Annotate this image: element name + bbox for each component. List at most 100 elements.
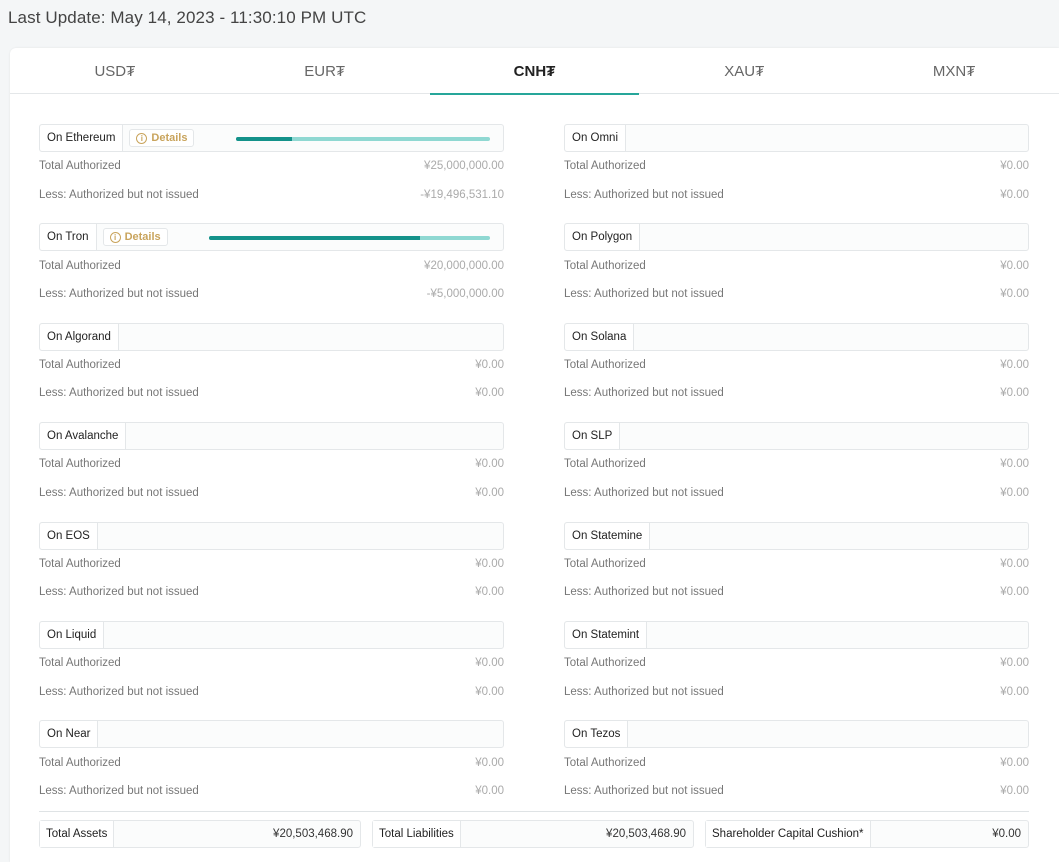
total-authorized-label: Total Authorized — [39, 358, 121, 371]
capital-cushion-label: Shareholder Capital Cushion* — [706, 821, 871, 847]
chain-header: On Tezos — [564, 720, 1029, 749]
authorized-not-issued-label: Less: Authorized but not issued — [39, 287, 199, 300]
chain-header: On Polygon — [564, 223, 1029, 252]
totals-divider — [39, 811, 1029, 812]
info-icon: i — [109, 231, 121, 243]
chain-section-solana: On Solana Total Authorized ¥0.00 Less: Auth… — [564, 322, 1029, 422]
chain-header: On Tron i Details — [39, 223, 504, 252]
details-label: Details — [151, 132, 188, 144]
tab-eurt[interactable]: EUR₮ — [220, 48, 430, 94]
authorized-not-issued-label: Less: Authorized but not issued — [39, 685, 199, 698]
left-chain-column: On Ethereum i Details Total Authorized ¥25,0… — [39, 124, 504, 820]
total-authorized-row: Total Authorized ¥0.00 — [39, 748, 504, 776]
chain-section-slp: On SLP Total Authorized ¥0.00 Less: Authori… — [564, 422, 1029, 521]
authorized-not-issued-row: Less: Authorized but not issued ¥0.00 — [564, 578, 1029, 606]
total-authorized-label: Total Authorized — [564, 160, 646, 173]
total-authorized-row: Total Authorized ¥0.00 — [39, 351, 504, 379]
chain-header: On SLP — [564, 422, 1029, 451]
authorized-not-issued-label: Less: Authorized but not issued — [564, 188, 724, 201]
issued-progress-fill — [209, 236, 420, 241]
chain-name: On Tron — [40, 224, 97, 251]
chain-section-liquid: On Liquid Total Authorized ¥0.00 Less: Auth… — [39, 620, 504, 720]
total-authorized-value: ¥0.00 — [1000, 458, 1029, 471]
chain-section-tezos: On Tezos Total Authorized ¥0.00 Less: Autho… — [564, 720, 1029, 819]
authorized-not-issued-label: Less: Authorized but not issued — [564, 586, 724, 599]
chain-name: On Polygon — [565, 224, 641, 251]
chain-header: On Solana — [564, 322, 1029, 351]
chain-name: On Omni — [565, 125, 627, 151]
chain-header: On Ethereum i Details — [39, 124, 504, 152]
chain-name: On Avalanche — [40, 423, 127, 450]
chain-section-eos: On EOS Total Authorized ¥0.00 Less: Authori… — [39, 521, 504, 621]
total-liabilities-box: Total Liabilities ¥20,503,468.90 — [372, 820, 694, 848]
total-authorized-label: Total Authorized — [564, 458, 646, 471]
total-authorized-value: ¥0.00 — [1000, 358, 1029, 371]
authorized-not-issued-row: Less: Authorized but not issued ¥0.00 — [39, 479, 504, 507]
authorized-not-issued-label: Less: Authorized but not issued — [39, 586, 199, 599]
chain-section-polygon: On Polygon Total Authorized ¥0.00 Less: Aut… — [564, 223, 1029, 322]
chain-name: On Solana — [565, 323, 635, 350]
total-liabilities-value: ¥20,503,468.90 — [606, 828, 686, 840]
chain-name: On SLP — [565, 423, 621, 450]
chain-header: On Avalanche — [39, 422, 504, 451]
chain-name: On Liquid — [40, 621, 105, 648]
chain-name: On Algorand — [40, 323, 119, 350]
authorized-not-issued-value: -¥5,000,000.00 — [426, 287, 504, 300]
authorized-not-issued-row: Less: Authorized but not issued ¥0.00 — [564, 379, 1029, 407]
authorized-not-issued-label: Less: Authorized but not issued — [564, 685, 724, 698]
chain-section-statemine: On Statemine Total Authorized ¥0.00 Less: A… — [564, 521, 1029, 621]
chain-name: On Statemint — [565, 621, 648, 648]
chain-name: On Near — [40, 721, 99, 748]
total-authorized-value: ¥25,000,000.00 — [424, 160, 504, 173]
total-authorized-row: Total Authorized ¥0.00 — [564, 450, 1029, 478]
authorized-not-issued-label: Less: Authorized but not issued — [564, 387, 724, 400]
authorized-not-issued-label: Less: Authorized but not issued — [39, 188, 199, 201]
total-authorized-row: Total Authorized ¥0.00 — [39, 649, 504, 677]
authorized-not-issued-value: ¥0.00 — [1000, 287, 1029, 300]
total-assets-box: Total Assets ¥20,503,468.90 — [39, 820, 361, 848]
authorized-not-issued-value: ¥0.00 — [475, 586, 504, 599]
total-authorized-label: Total Authorized — [564, 657, 646, 670]
details-button[interactable]: i Details — [102, 228, 168, 247]
total-authorized-label: Total Authorized — [564, 259, 646, 272]
tab-usdt[interactable]: USD₮ — [10, 48, 220, 94]
tab-cnht[interactable]: CNH₮ — [429, 48, 640, 95]
total-authorized-value: ¥0.00 — [1000, 657, 1029, 670]
chain-header: On Algorand — [39, 322, 504, 351]
authorized-not-issued-row: Less: Authorized but not issued ¥0.00 — [39, 379, 504, 407]
total-authorized-row: Total Authorized ¥0.00 — [564, 152, 1029, 180]
chain-name: On Ethereum — [40, 125, 124, 151]
authorized-not-issued-row: Less: Authorized but not issued ¥0.00 — [39, 578, 504, 606]
authorized-not-issued-row: Less: Authorized but not issued ¥0.00 — [39, 677, 504, 705]
total-assets-label: Total Assets — [40, 821, 115, 847]
authorized-not-issued-value: ¥0.00 — [1000, 486, 1029, 499]
right-chain-column: On Omni Total Authorized ¥0.00 Less: Author… — [564, 124, 1029, 820]
authorized-not-issued-value: ¥0.00 — [475, 387, 504, 400]
total-authorized-label: Total Authorized — [39, 458, 121, 471]
chain-header: On Omni — [564, 124, 1029, 152]
total-authorized-row: Total Authorized ¥0.00 — [564, 748, 1029, 776]
chain-section-near: On Near Total Authorized ¥0.00 Less: Author… — [39, 720, 504, 819]
totals-row: Total Assets ¥20,503,468.90 Total Liabil… — [39, 820, 1029, 848]
authorized-not-issued-row: Less: Authorized but not issued -¥19,496,… — [39, 180, 504, 208]
tab-mxnt[interactable]: MXN₮ — [849, 48, 1059, 94]
capital-cushion-value: ¥0.00 — [992, 828, 1021, 840]
total-authorized-label: Total Authorized — [564, 557, 646, 570]
issued-progress-bar — [236, 137, 490, 141]
chain-header: On Near — [39, 720, 504, 749]
authorized-not-issued-row: Less: Authorized but not issued ¥0.00 — [564, 777, 1029, 805]
total-authorized-value: ¥0.00 — [475, 756, 504, 769]
chain-name: On Tezos — [565, 721, 629, 748]
total-authorized-row: Total Authorized ¥0.00 — [564, 251, 1029, 279]
details-button[interactable]: i Details — [129, 129, 195, 147]
total-authorized-row: Total Authorized ¥20,000,000.00 — [39, 251, 504, 279]
total-liabilities-label: Total Liabilities — [373, 821, 461, 847]
authorized-not-issued-row: Less: Authorized but not issued ¥0.00 — [564, 677, 1029, 705]
tab-xaut[interactable]: XAU₮ — [639, 48, 849, 94]
authorized-not-issued-label: Less: Authorized but not issued — [39, 486, 199, 499]
total-authorized-value: ¥0.00 — [1000, 557, 1029, 570]
total-authorized-row: Total Authorized ¥0.00 — [564, 550, 1029, 578]
total-authorized-row: Total Authorized ¥0.00 — [39, 550, 504, 578]
chain-header: On Statemine — [564, 521, 1029, 550]
total-authorized-label: Total Authorized — [39, 756, 121, 769]
